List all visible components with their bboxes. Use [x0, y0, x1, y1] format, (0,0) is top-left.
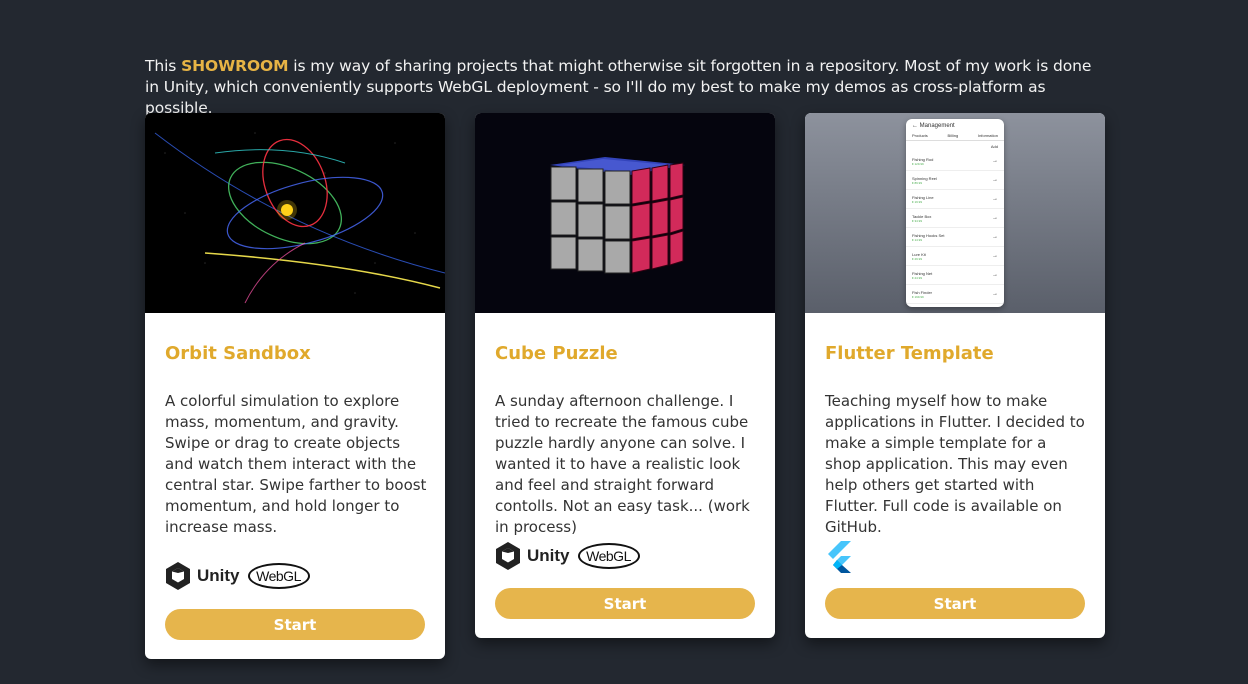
phone-tabs: Products Billing Information	[906, 131, 1004, 141]
arrow-right-icon: →	[992, 177, 998, 183]
arrow-right-icon: →	[992, 234, 998, 240]
arrow-right-icon: →	[992, 291, 998, 297]
project-card-flutter-template: ← Management Products Billing Informatio…	[805, 113, 1105, 638]
arrow-right-icon: →	[992, 158, 998, 164]
card-description: A sunday afternoon challenge. I tried to…	[495, 392, 750, 536]
webgl-icon: WebGL	[577, 543, 640, 569]
card-title: Orbit Sandbox	[165, 343, 311, 364]
card-title: Cube Puzzle	[495, 343, 618, 364]
item-price: € 19.99	[912, 199, 923, 204]
arrow-right-icon: →	[992, 272, 998, 278]
phone-list-item: Tackle Box € 34.99 →	[906, 209, 1004, 228]
project-card-cube-puzzle: Cube Puzzle A sunday afternoon challenge…	[475, 113, 775, 638]
item-name: Lure Kit	[912, 251, 926, 257]
item-price: € 89.99	[912, 180, 923, 185]
project-card-orbit-sandbox: Orbit Sandbox A colorful simulation to e…	[145, 113, 445, 659]
unity-logo: Unity	[165, 561, 240, 591]
item-name: Tackle Box	[912, 213, 932, 219]
phone-tab: Billing	[947, 133, 959, 138]
unity-label: Unity	[197, 566, 240, 585]
phone-tab: Products	[912, 133, 928, 138]
flutter-icon	[828, 541, 851, 573]
phone-list-item: Fishing Hooks Set € 14.99 →	[906, 228, 1004, 247]
card-description: Teaching myself how to make applications…	[825, 392, 1085, 536]
arrow-right-icon: →	[992, 196, 998, 202]
orbit-sandbox-thumbnail	[145, 113, 445, 313]
flutter-template-thumbnail: ← Management Products Billing Informatio…	[805, 113, 1105, 313]
item-name: Fishing Net	[912, 270, 933, 276]
start-button[interactable]: Start	[825, 588, 1085, 619]
phone-list-item: Fishing Net € 24.99 →	[906, 266, 1004, 285]
arrow-right-icon: →	[992, 215, 998, 221]
unity-icon	[496, 542, 520, 570]
card-description: A colorful simulation to explore mass, m…	[165, 392, 427, 536]
phone-list-item: Fishing Line € 19.99 →	[906, 190, 1004, 209]
unity-icon	[166, 562, 190, 590]
intro-before: This	[145, 57, 182, 75]
tech-logos: Unity WebGL	[495, 541, 640, 571]
cube-puzzle-thumbnail	[475, 113, 775, 313]
item-price: € 24.99	[912, 275, 923, 280]
webgl-icon: WebGL	[247, 563, 310, 589]
item-name: Fishing Line	[912, 194, 934, 200]
arrow-right-icon: →	[992, 253, 998, 259]
phone-list-item: Lure Kit € 29.99 →	[906, 247, 1004, 266]
item-name: Spinning Reel	[912, 175, 937, 181]
tech-logos: Unity WebGL	[165, 561, 310, 591]
intro-text: This SHOWROOM is my way of sharing proje…	[145, 56, 1105, 119]
item-name: Fish Finder	[912, 289, 933, 295]
phone-list-item: Fish Finder € 199.99 →	[906, 285, 1004, 304]
item-price: € 199.99	[912, 294, 924, 299]
phone-header: ← Management	[912, 123, 955, 129]
phone-tab: Information	[977, 133, 998, 138]
phone-mockup: ← Management Products Billing Informatio…	[906, 119, 1004, 307]
item-name: Fishing Rod	[912, 156, 934, 162]
card-title: Flutter Template	[825, 343, 994, 364]
unity-label: Unity	[527, 546, 570, 565]
item-price: € 34.99	[912, 218, 923, 223]
item-price: € 14.99	[912, 237, 923, 242]
phone-header-label: Management	[919, 123, 955, 129]
start-button[interactable]: Start	[495, 588, 755, 619]
tech-logos	[825, 541, 851, 573]
phone-list-item: Fishing Rod € 129.99 →	[906, 152, 1004, 171]
unity-logo: Unity	[495, 541, 570, 571]
phone-list-item: Spinning Reel € 89.99 →	[906, 171, 1004, 190]
start-button[interactable]: Start	[165, 609, 425, 640]
phone-add: Add	[990, 144, 998, 149]
item-name: Fishing Hooks Set	[912, 232, 945, 238]
item-price: € 29.99	[912, 256, 923, 261]
showroom-highlight: SHOWROOM	[181, 57, 289, 75]
item-price: € 129.99	[912, 161, 924, 166]
